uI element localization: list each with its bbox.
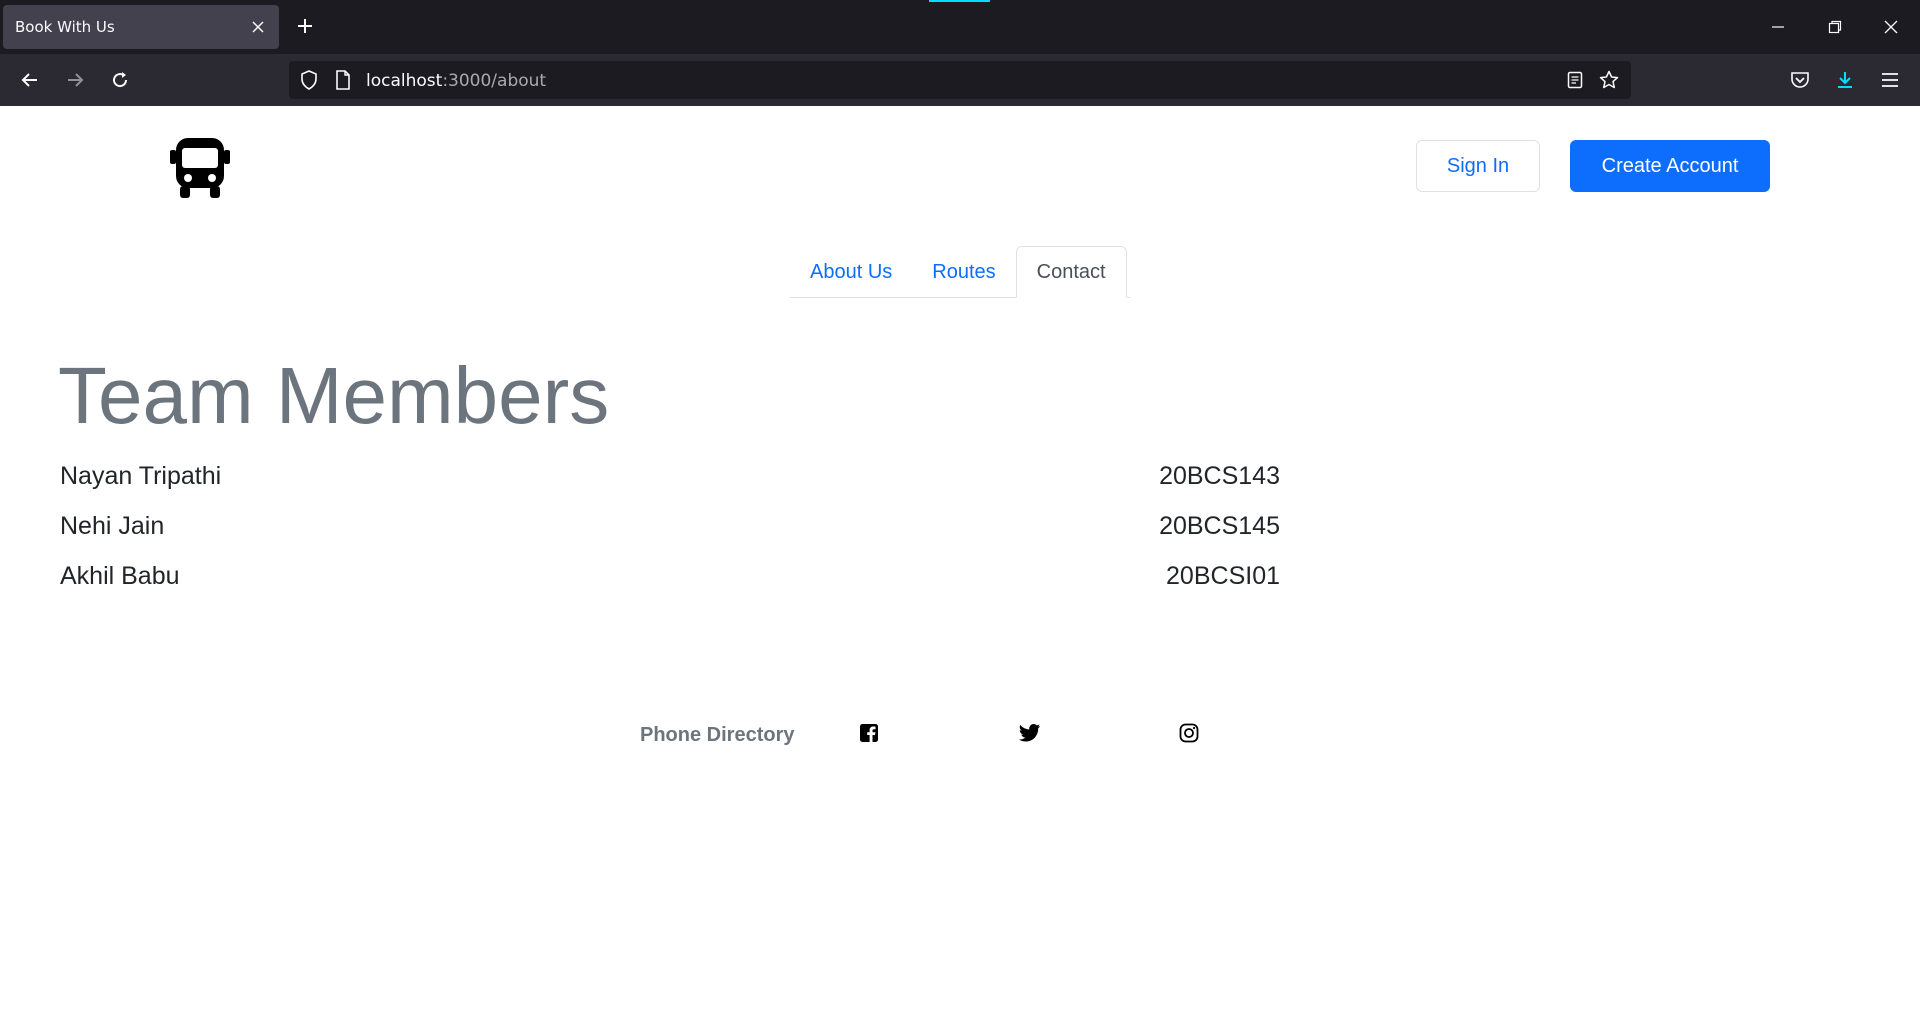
tab-about-us[interactable]: About Us: [790, 246, 912, 298]
browser-tab[interactable]: Book With Us: [3, 5, 279, 49]
menu-icon[interactable]: [1878, 68, 1902, 92]
close-window-icon[interactable]: [1879, 15, 1903, 39]
footer-title: Phone Directory: [640, 724, 795, 746]
footer: Phone Directory: [0, 716, 1920, 756]
tab-contact[interactable]: Contact: [1015, 246, 1127, 298]
bus-icon[interactable]: [168, 136, 232, 200]
sign-in-button[interactable]: Sign In: [1416, 140, 1540, 192]
tab-routes[interactable]: Routes: [912, 246, 1015, 298]
member-name: Nayan Tripathi: [60, 462, 222, 490]
reader-view-icon[interactable]: [1565, 70, 1585, 90]
nav-tabs: About Us Routes Contact: [790, 246, 1130, 298]
forward-icon[interactable]: [63, 68, 87, 92]
downloads-icon[interactable]: [1833, 68, 1857, 92]
list-item: Nayan Tripathi 20BCS143: [60, 462, 1280, 512]
url-text: localhost:3000/about: [366, 71, 546, 91]
back-icon[interactable]: [18, 68, 42, 92]
shield-icon[interactable]: [299, 70, 319, 90]
browser-toolbar: localhost:3000/about: [0, 54, 1920, 106]
member-id: 20BCSI01: [1166, 562, 1280, 590]
member-name: Nehi Jain: [60, 512, 165, 540]
close-tab-icon[interactable]: [249, 18, 267, 36]
member-id: 20BCS143: [1159, 462, 1280, 490]
list-item: Akhil Babu 20BCSI01: [60, 562, 1280, 612]
reload-icon[interactable]: [108, 68, 132, 92]
address-bar[interactable]: localhost:3000/about: [289, 61, 1631, 99]
member-name: Akhil Babu: [60, 562, 180, 590]
new-tab-icon[interactable]: [293, 14, 317, 38]
tab-title: Book With Us: [15, 18, 115, 36]
page-title: Team Members: [58, 351, 610, 440]
tab-sharing-indicator: [929, 0, 990, 2]
facebook-icon[interactable]: [858, 722, 880, 744]
bookmark-star-icon[interactable]: [1599, 70, 1619, 90]
member-id: 20BCS145: [1159, 512, 1280, 540]
page-icon[interactable]: [333, 70, 353, 90]
instagram-icon[interactable]: [1178, 722, 1200, 744]
team-members-list: Nayan Tripathi 20BCS143 Nehi Jain 20BCS1…: [60, 462, 1280, 612]
page-content: Sign In Create Account About Us Routes C…: [0, 106, 1920, 1030]
minimize-icon[interactable]: [1766, 15, 1790, 39]
twitter-icon[interactable]: [1019, 722, 1041, 744]
restore-icon[interactable]: [1823, 15, 1847, 39]
pocket-icon[interactable]: [1788, 68, 1812, 92]
url-path: :3000/about: [442, 71, 547, 91]
list-item: Nehi Jain 20BCS145: [60, 512, 1280, 562]
url-host: localhost: [366, 71, 443, 91]
browser-tab-strip: Book With Us: [0, 0, 1920, 54]
create-account-button[interactable]: Create Account: [1570, 140, 1770, 192]
